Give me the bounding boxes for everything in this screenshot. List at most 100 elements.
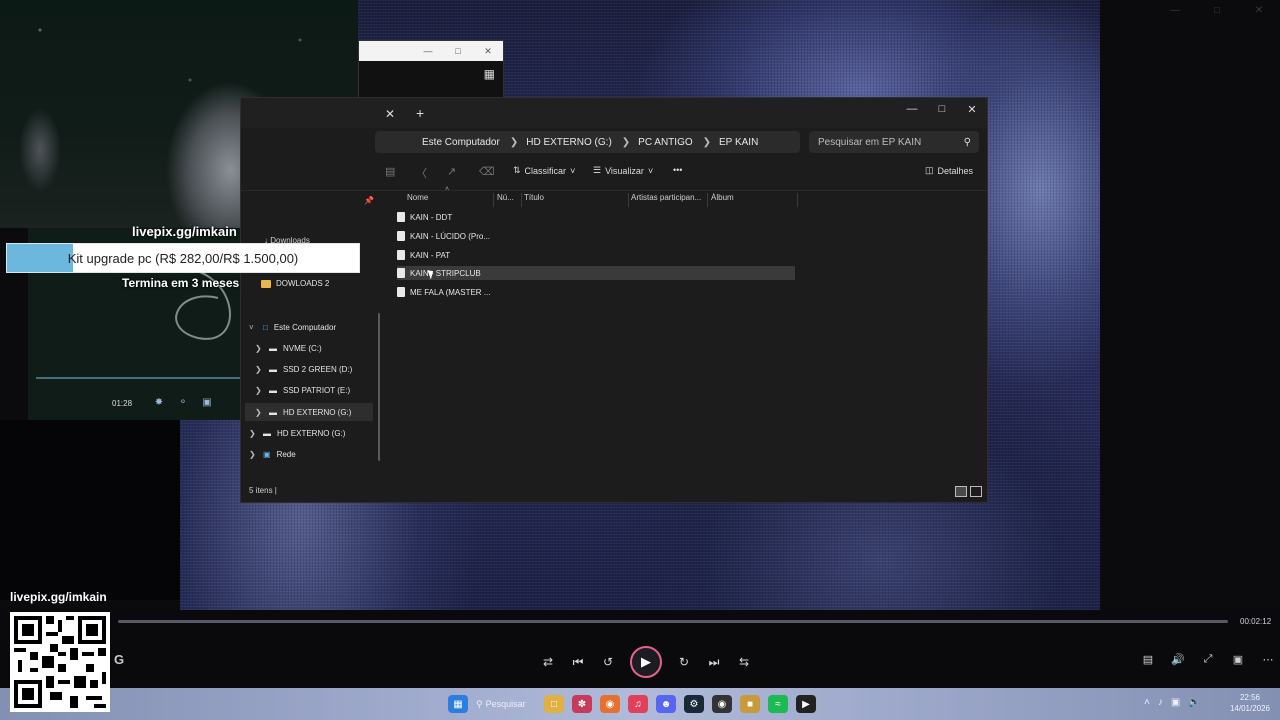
details-button[interactable]: ◫ Detalhes — [925, 165, 973, 176]
steam-icon[interactable]: ⚙ — [684, 695, 704, 713]
breadcrumb-ep-kain[interactable]: EP KAIN — [719, 137, 758, 148]
nav-drive-e[interactable]: ❯ ▬ SSD PATRIOT (E:) — [255, 386, 350, 395]
breadcrumb-pc-antigo[interactable]: PC ANTIGO — [638, 137, 692, 148]
volume-icon[interactable]: 🔈 — [1188, 697, 1200, 708]
more-options-button[interactable]: ••• — [673, 165, 682, 175]
repeat-off-icon[interactable]: ⇆ — [736, 654, 752, 670]
microphone-icon[interactable]: ♪ — [1158, 697, 1163, 708]
chevron-right-icon[interactable]: ❯ — [249, 429, 257, 438]
network-icon[interactable]: ▣ — [1171, 697, 1180, 708]
next-icon[interactable]: ⏭ — [706, 654, 722, 670]
clock-date: 14/01/2026 — [1229, 704, 1271, 713]
chevron-right-icon[interactable]: ❯ — [703, 137, 711, 148]
file-row[interactable]: KAIN - LÚCIDO (Pro... — [397, 229, 795, 243]
file-row-selected[interactable]: KAIN - STRIPCLUB — [397, 266, 795, 280]
grid-icon[interactable]: ▦ — [484, 67, 495, 81]
maximize-icon[interactable]: □ — [443, 41, 473, 61]
search-icon[interactable]: ⚲ — [964, 137, 971, 148]
app-icon[interactable]: ✽ — [572, 695, 592, 713]
nav-downloads2[interactable]: DOWLOADS 2 — [261, 279, 329, 288]
settings-icon[interactable]: ✸ — [152, 396, 166, 408]
nav-scrollbar[interactable] — [378, 313, 380, 461]
col-album[interactable]: Álbum — [711, 193, 798, 207]
rename-icon[interactable]: 〈 — [416, 165, 427, 181]
taskbar-search[interactable]: ⚲ Pesquisar — [476, 695, 536, 713]
discord-icon[interactable]: ☻ — [656, 695, 676, 713]
sort-icon: ⇅ — [513, 165, 521, 175]
col-title[interactable]: Título — [524, 193, 629, 207]
subtitles-icon[interactable]: ▤ — [1140, 652, 1156, 666]
rewind-10-icon[interactable]: ↺ — [600, 654, 616, 670]
app-icon[interactable]: ■ — [740, 695, 760, 713]
maximize-icon[interactable]: □ — [1196, 0, 1238, 20]
nav-drive-d[interactable]: ❯ ▬ SSD 2 GREEN (D:) — [255, 365, 352, 374]
play-button[interactable]: ▶ — [630, 646, 662, 678]
file-explorer-icon[interactable]: □ — [544, 695, 564, 713]
col-artists[interactable]: Artistas participan... — [631, 193, 708, 207]
miniplayer-icon[interactable]: ▣ — [1230, 652, 1246, 666]
volume-icon[interactable]: 🔊 — [1170, 652, 1186, 666]
minimize-icon[interactable]: — — [1154, 0, 1196, 20]
share-icon[interactable]: ↗ — [447, 165, 456, 178]
paste-icon[interactable]: ▤ — [385, 165, 395, 178]
chevron-right-icon[interactable]: ❯ — [249, 450, 257, 459]
obs-icon[interactable]: ◉ — [712, 695, 732, 713]
close-icon[interactable]: ✕ — [957, 98, 987, 120]
media-player-icon[interactable]: ▶ — [796, 695, 816, 713]
folder-icon — [261, 279, 271, 288]
chevron-right-icon[interactable]: ❯ — [622, 137, 630, 148]
chevron-right-icon[interactable]: ❯ — [255, 344, 263, 353]
playback-controls: ⇄ ⏮ ↺ ▶ ↻ ⏭ ⇆ — [540, 646, 752, 678]
audio-file-icon — [397, 250, 405, 260]
delete-icon[interactable]: ⌫ — [479, 165, 495, 178]
file-row[interactable]: KAIN - PAT — [397, 248, 795, 262]
shuffle-icon[interactable]: ⇄ — [540, 654, 556, 670]
chevron-right-icon[interactable]: ❯ — [255, 386, 263, 395]
breadcrumb[interactable]: Este Computador ❯ HD EXTERNO (G:) ❯ PC A… — [375, 131, 800, 153]
breadcrumb-this-pc[interactable]: Este Computador — [422, 137, 500, 148]
maximize-icon[interactable]: □ — [927, 98, 957, 120]
close-icon[interactable]: ✕ — [1238, 0, 1280, 20]
pin-icon[interactable]: 📌 — [364, 196, 374, 205]
window-icon[interactable]: ▣ — [200, 396, 214, 408]
file-name: KAIN - DDT — [410, 212, 453, 222]
tiles-view-icon[interactable] — [970, 486, 982, 497]
col-number[interactable]: Nú... — [497, 193, 522, 207]
tab-close-icon[interactable]: ✕ — [385, 107, 395, 121]
col-name[interactable]: Nome — [407, 193, 494, 207]
file-row[interactable]: ME FALA (MASTER ... — [397, 285, 795, 299]
chevron-right-icon[interactable]: ❯ — [510, 137, 518, 148]
minimize-icon[interactable]: — — [413, 41, 443, 61]
sort-button[interactable]: ⇅ Classificar ˅ — [513, 165, 575, 176]
minimize-icon[interactable]: — — [897, 98, 927, 120]
nav-network[interactable]: ❯ ▣ Rede — [249, 450, 296, 459]
breadcrumb-hd-externo[interactable]: HD EXTERNO (G:) — [526, 137, 612, 148]
search-input[interactable]: Pesquisar em EP KAIN ⚲ — [809, 131, 979, 153]
seek-bar[interactable] — [118, 620, 1228, 623]
windows-start-icon[interactable]: ▦ — [448, 695, 468, 713]
nav-drive-c[interactable]: ❯ ▬ NVME (C:) — [255, 344, 322, 353]
close-icon[interactable]: ✕ — [473, 41, 503, 61]
refresh-icon[interactable]: ⚬ — [176, 396, 190, 408]
taskbar-clock[interactable]: 22:56 14/01/2026 — [1226, 692, 1274, 714]
forward-30-icon[interactable]: ↻ — [676, 654, 692, 670]
nav-drive-g[interactable]: ❯ ▬ HD EXTERNO (G:) — [245, 403, 373, 421]
spotify-icon[interactable]: ≈ — [768, 695, 788, 713]
file-row[interactable]: KAIN - DDT — [397, 210, 795, 224]
small-window-titlebar: — □ ✕ — [359, 41, 503, 61]
browser-icon[interactable]: ◉ — [600, 695, 620, 713]
details-view-icon[interactable] — [955, 486, 967, 497]
chevron-down-icon[interactable]: ˅ — [249, 323, 257, 332]
chevron-right-icon[interactable]: ❯ — [255, 408, 263, 417]
view-button[interactable]: ☰ Visualizar ˅ — [593, 165, 653, 176]
fullscreen-icon[interactable]: ⤢ — [1200, 652, 1216, 666]
chevron-up-icon[interactable]: ˄ — [1144, 697, 1150, 708]
more-icon[interactable]: ⋯ — [1260, 652, 1276, 666]
chevron-right-icon[interactable]: ❯ — [255, 365, 263, 374]
nav-this-pc[interactable]: ˅ □ Este Computador — [249, 323, 336, 332]
nav-hd-externo[interactable]: ❯ ▬ HD EXTERNO (G:) — [249, 429, 345, 438]
music-icon[interactable]: ♫ — [628, 695, 648, 713]
new-tab-icon[interactable]: + — [416, 105, 424, 121]
sort-up-icon: ˄ — [445, 186, 450, 193]
previous-icon[interactable]: ⏮ — [570, 654, 586, 670]
